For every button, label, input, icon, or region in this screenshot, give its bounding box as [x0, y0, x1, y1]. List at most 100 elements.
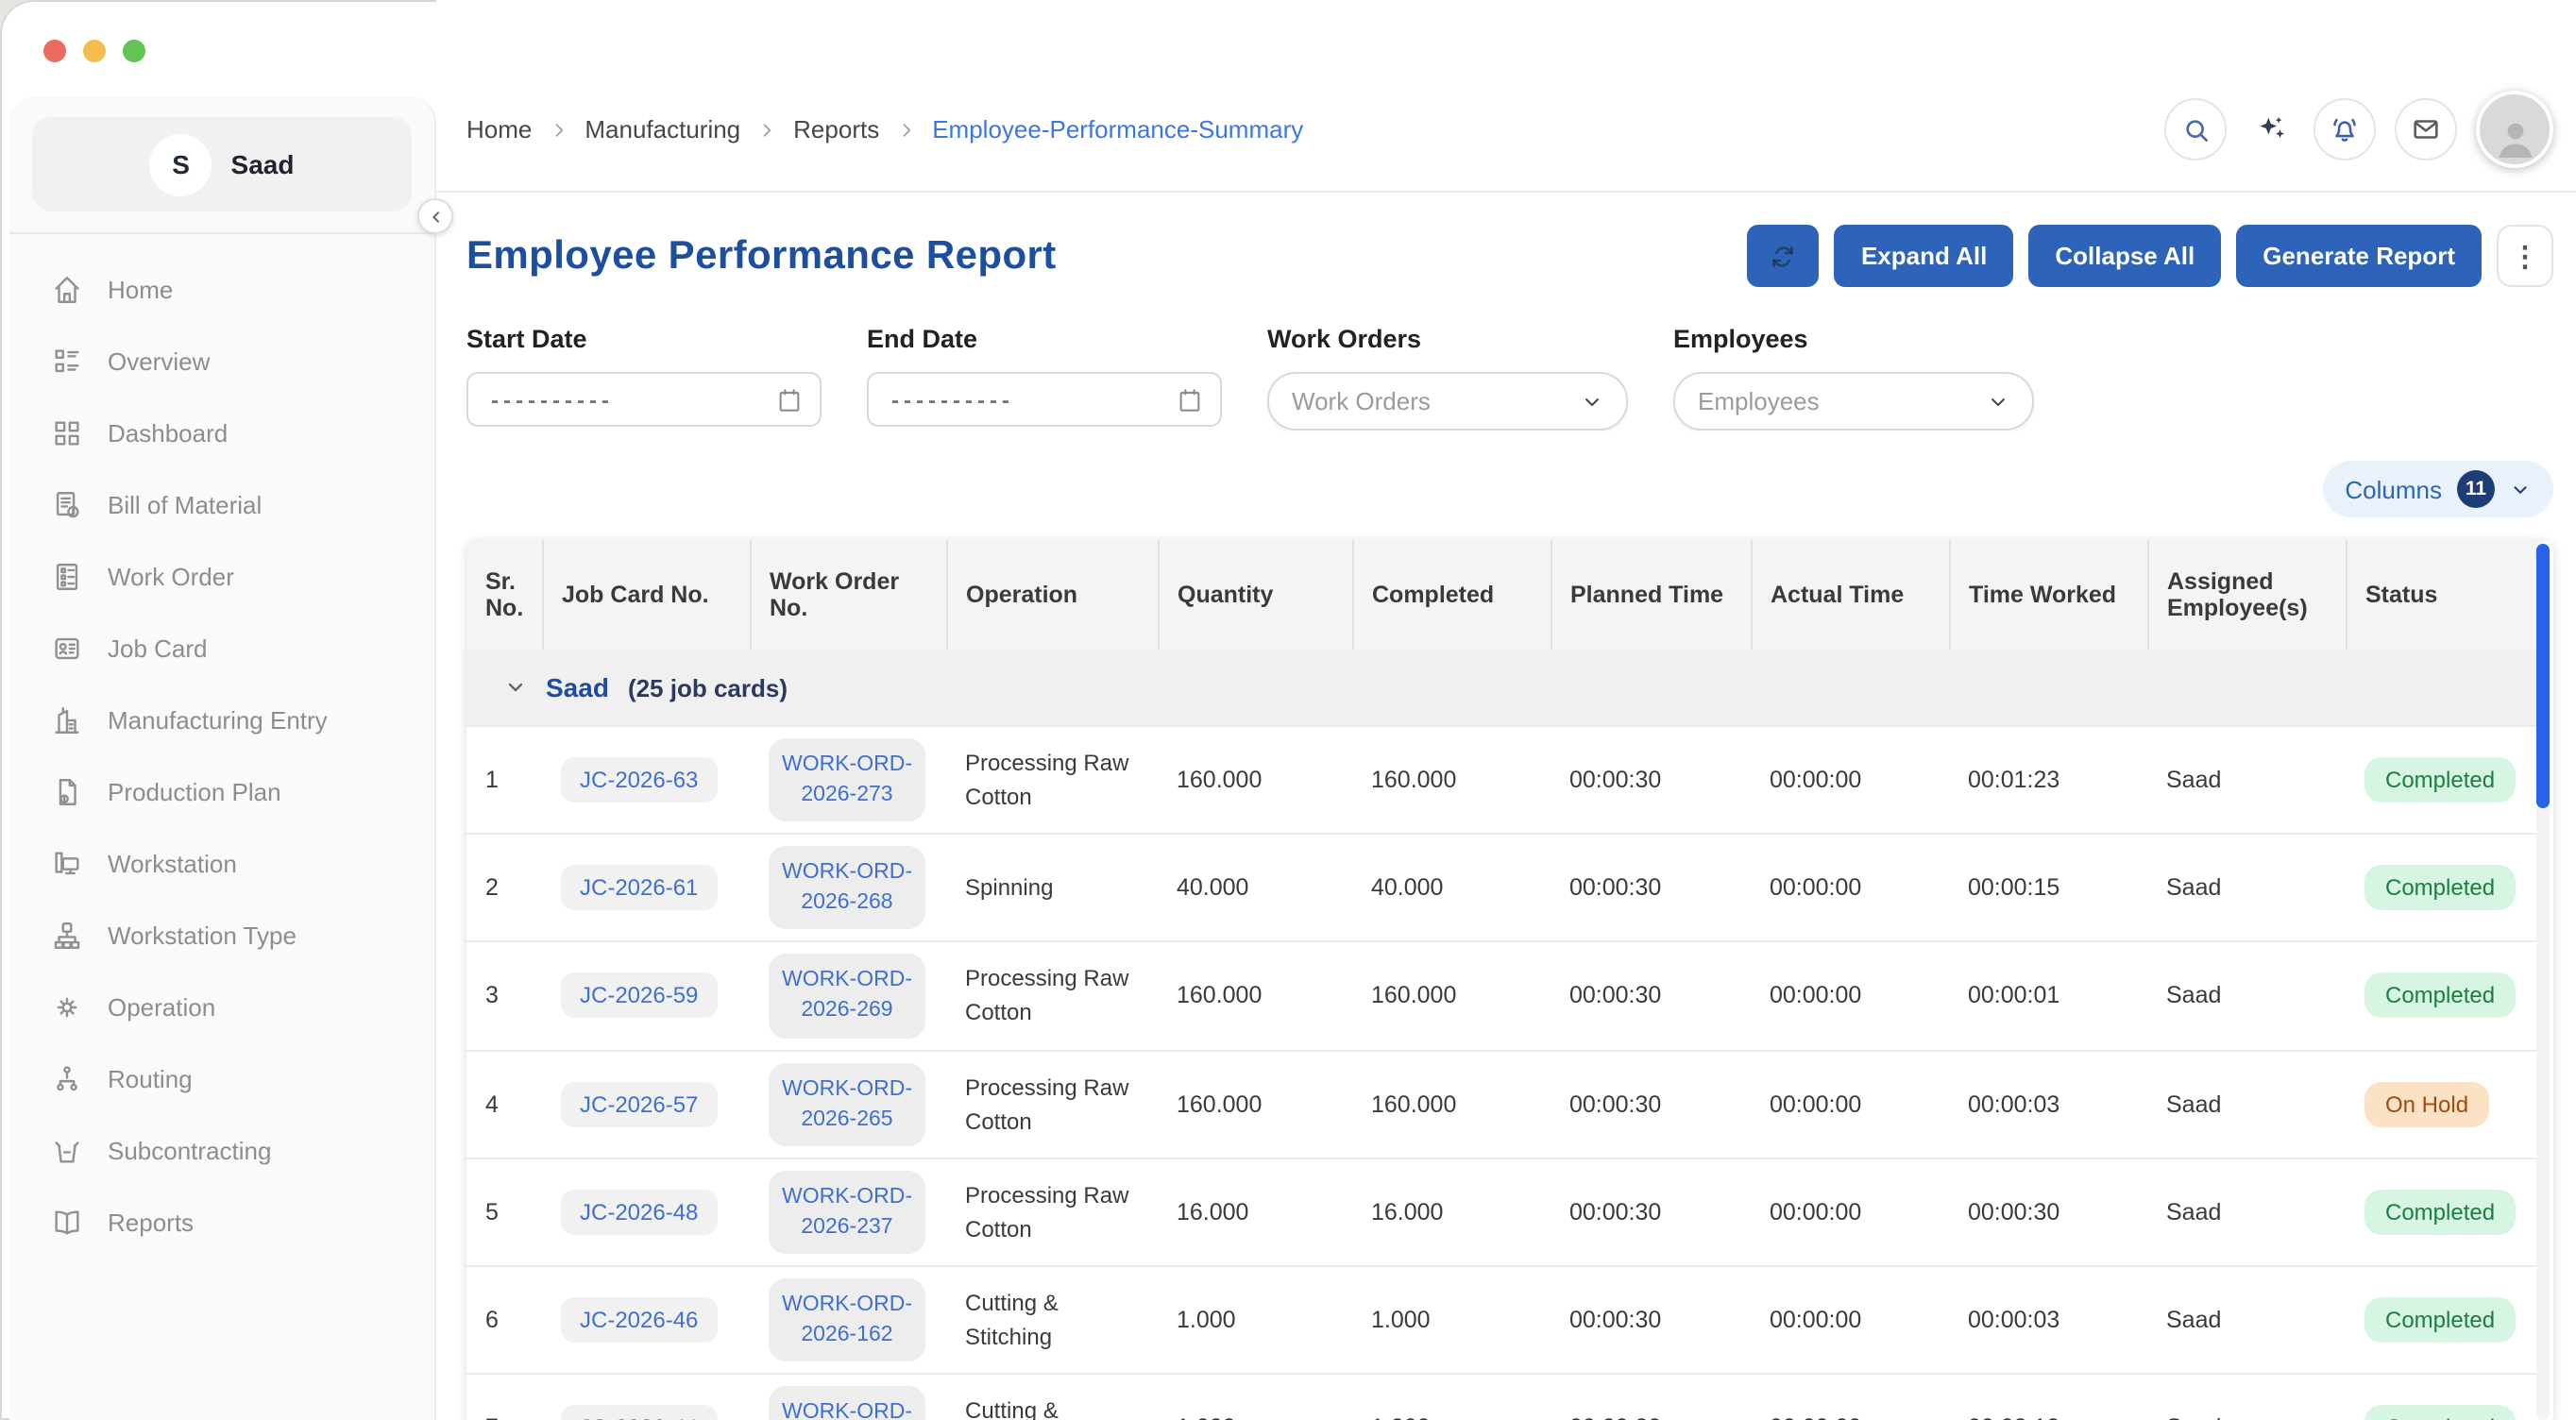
search-button[interactable]	[2164, 98, 2227, 161]
cell-sr-no: 5	[466, 1158, 542, 1266]
work-order-link[interactable]: WORK-ORD-2026-265	[769, 1062, 925, 1145]
status-badge: Completed	[2364, 866, 2516, 911]
employees-value: Employees	[1698, 387, 1820, 415]
work-order-link[interactable]: WORK-ORD-2026-237	[769, 1171, 925, 1254]
status-badge: Completed	[2364, 757, 2516, 803]
work-order-link[interactable]: WORK-ORD-2026-269	[769, 955, 925, 1038]
job-card-icon	[51, 632, 83, 664]
column-header-status: Status	[2346, 540, 2544, 650]
end-date-field[interactable]	[888, 384, 1175, 414]
cell-operation: Processing Raw Cotton	[946, 726, 1158, 834]
cell-planned-time: 00:00:30	[1551, 1266, 1751, 1374]
user-name: Saad	[231, 149, 295, 179]
cell-completed: 160.000	[1352, 726, 1551, 834]
expand-all-button[interactable]: Expand All	[1835, 225, 2013, 287]
routing-icon	[51, 1062, 83, 1094]
main-content: Home Manufacturing Reports Employee-Perf…	[436, 0, 2576, 1420]
table-row: 3 JC-2026-59 WORK-ORD-2026-269 Processin…	[466, 942, 2544, 1050]
collapse-all-button[interactable]: Collapse All	[2028, 225, 2221, 287]
work-order-link[interactable]: WORK-ORD-2026-163	[769, 1386, 925, 1420]
column-header-job-card-no: Job Card No.	[542, 540, 750, 650]
profile-avatar[interactable]	[2476, 91, 2553, 168]
end-date-input[interactable]	[867, 372, 1222, 427]
table-row: 4 JC-2026-57 WORK-ORD-2026-265 Processin…	[466, 1050, 2544, 1158]
close-window-button[interactable]	[43, 40, 66, 62]
maximize-window-button[interactable]	[123, 40, 145, 62]
sidebar-item-operation[interactable]: Operation	[51, 971, 434, 1042]
cell-quantity: 160.000	[1158, 726, 1352, 834]
sidebar-item-subcontracting[interactable]: Subcontracting	[51, 1114, 434, 1186]
sidebar-collapse-button[interactable]	[417, 198, 453, 234]
breadcrumb-home[interactable]: Home	[466, 115, 532, 144]
cell-sr-no: 6	[466, 1266, 542, 1374]
employee-group-toggle[interactable]: Saad (25 job cards)	[504, 672, 2544, 702]
job-card-link[interactable]: JC-2026-61	[561, 866, 717, 911]
cell-time-worked: 00:00:15	[1949, 834, 2147, 941]
job-card-link[interactable]: JC-2026-46	[561, 1297, 717, 1343]
cell-assigned-employee: Saad	[2147, 1050, 2346, 1158]
person-icon	[2488, 111, 2541, 164]
work-order-link[interactable]: WORK-ORD-2026-273	[769, 738, 925, 821]
kebab-icon: ⋮	[2511, 239, 2539, 273]
sidebar-item-overview[interactable]: Overview	[51, 325, 434, 397]
job-card-link[interactable]: JC-2026-48	[561, 1190, 717, 1235]
cell-planned-time: 00:00:30	[1551, 726, 1751, 834]
sidebar-item-reports[interactable]: Reports	[51, 1186, 434, 1258]
cell-completed: 1.000	[1352, 1374, 1551, 1420]
cell-time-worked: 00:00:30	[1949, 1158, 2147, 1266]
sidebar-item-production-plan[interactable]: Production Plan	[51, 755, 434, 827]
job-card-link[interactable]: JC-2026-63	[561, 757, 717, 803]
notifications-button[interactable]	[2313, 98, 2376, 161]
cell-quantity: 160.000	[1158, 1050, 1352, 1158]
work-order-link[interactable]: WORK-ORD-2026-268	[769, 846, 925, 929]
job-card-link[interactable]: JC-2026-59	[561, 973, 717, 1019]
cell-time-worked: 00:00:03	[1949, 1050, 2147, 1158]
user-card[interactable]: S Saad	[32, 117, 412, 211]
breadcrumb-reports[interactable]: Reports	[793, 115, 879, 144]
breadcrumb-manufacturing[interactable]: Manufacturing	[585, 115, 740, 144]
work-order-link[interactable]: WORK-ORD-2026-162	[769, 1278, 925, 1361]
employees-select[interactable]: Employees	[1673, 372, 2034, 431]
bell-icon	[2329, 113, 2361, 145]
messages-button[interactable]	[2395, 98, 2457, 161]
sidebar-item-job-card[interactable]: Job Card	[51, 612, 434, 684]
sidebar-item-manufacturing-entry[interactable]: Manufacturing Entry	[51, 684, 434, 755]
cell-time-worked: 00:00:01	[1949, 942, 2147, 1050]
cell-operation: Spinning	[946, 834, 1158, 941]
cell-actual-time: 00:00:00	[1751, 726, 1949, 834]
header-icons	[2164, 91, 2553, 168]
breadcrumb: Home Manufacturing Reports Employee-Perf…	[466, 115, 1303, 144]
chevron-right-icon	[896, 120, 915, 139]
job-card-link[interactable]: JC-2026-57	[561, 1081, 717, 1126]
generate-report-button[interactable]: Generate Report	[2236, 225, 2482, 287]
sidebar-item-workstation-type[interactable]: Workstation Type	[51, 899, 434, 971]
report-table-card: Sr. No. Job Card No. Work Order No. Oper…	[466, 540, 2553, 1420]
work-order-icon	[51, 560, 83, 592]
sidebar-item-bill-of-material[interactable]: Bill of Material	[51, 468, 434, 540]
cell-sr-no: 2	[466, 834, 542, 941]
columns-button[interactable]: Columns 11	[2322, 461, 2553, 517]
home-icon	[51, 273, 83, 305]
sidebar-item-workstation[interactable]: Workstation	[51, 827, 434, 899]
cell-operation: Processing Raw Cotton	[946, 1158, 1158, 1266]
sidebar-item-work-order[interactable]: Work Order	[51, 540, 434, 612]
start-date-field[interactable]	[487, 384, 774, 414]
work-orders-select[interactable]: Work Orders	[1267, 372, 1628, 431]
employees-label: Employees	[1673, 325, 2034, 353]
cell-assigned-employee: Saad	[2147, 726, 2346, 834]
cell-quantity: 160.000	[1158, 942, 1352, 1050]
job-card-link[interactable]: JC-2026-44	[561, 1405, 717, 1420]
cell-planned-time: 00:00:30	[1551, 1374, 1751, 1420]
sparkles-button[interactable]	[2246, 105, 2295, 154]
table-scrollbar-track[interactable]	[2536, 544, 2550, 1420]
sidebar-item-routing[interactable]: Routing	[51, 1042, 434, 1114]
sidebar-item-dashboard[interactable]: Dashboard	[51, 397, 434, 468]
employees-filter: Employees Employees	[1673, 325, 2034, 431]
column-header-assigned-employees: Assigned Employee(s)	[2147, 540, 2346, 650]
refresh-button[interactable]	[1748, 225, 1820, 287]
start-date-input[interactable]	[466, 372, 822, 427]
sidebar-item-home[interactable]: Home	[51, 253, 434, 325]
table-scrollbar-thumb[interactable]	[2536, 544, 2550, 808]
minimize-window-button[interactable]	[83, 40, 106, 62]
more-options-button[interactable]: ⋮	[2497, 225, 2553, 287]
